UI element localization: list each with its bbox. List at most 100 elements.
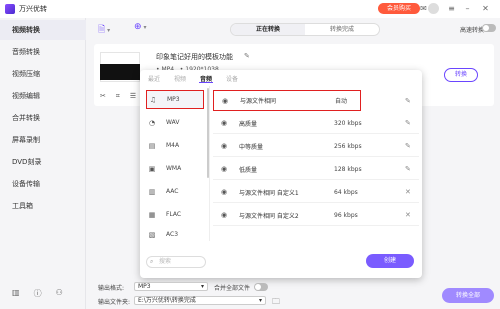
format-list: ♫ MP3 ◔ WAV ▤ M4A ▣ WMA ▥ AAC ▦ FLAC ▧ A… (140, 86, 210, 241)
user-icon[interactable]: ⚇ (56, 288, 63, 299)
audio-file-icon: ▤ (148, 141, 156, 150)
format-item-aac[interactable]: ▥ AAC (146, 182, 204, 201)
thumbnail-tools: ✂ ⌗ ☰ (100, 92, 136, 101)
format-label: AAC (166, 188, 179, 195)
format-label: AC3 (166, 231, 179, 238)
edit-icon[interactable]: ✎ (405, 119, 411, 127)
menu-icon[interactable]: ≡ (446, 3, 457, 14)
format-item-wma[interactable]: ▣ WMA (146, 159, 204, 178)
sidebar-item-toolbox[interactable]: 工具箱 (0, 196, 86, 216)
sidebar-item-audio-convert[interactable]: 音频转换 (0, 42, 86, 62)
format-search-input[interactable]: ⌕ 搜索 (146, 256, 206, 268)
output-format-select[interactable]: MP3 ▾ (134, 282, 208, 291)
quality-rate: 128 kbps (334, 165, 362, 173)
format-list-scrollbar[interactable] (207, 88, 209, 178)
avatar[interactable] (428, 3, 439, 14)
sidebar-item-video-edit[interactable]: 视频编辑 (0, 86, 86, 106)
sidebar-item-screen-record[interactable]: 屏幕录制 (0, 130, 86, 150)
edit-icon[interactable]: ✎ (405, 165, 411, 173)
rename-icon[interactable]: ✎ (244, 52, 250, 60)
quality-row-medium[interactable]: ◉ 中等质量 256 kbps ✎ (213, 136, 419, 157)
output-folder-select[interactable]: E:\万兴优转\转换完成 ▾ (134, 296, 266, 305)
crop-icon[interactable]: ⌗ (116, 92, 120, 101)
quality-rate: 96 kbps (334, 211, 358, 219)
format-label: WAV (166, 119, 180, 126)
close-icon[interactable]: ✕ (480, 3, 491, 14)
effects-icon[interactable]: ☰ (130, 92, 136, 101)
delete-icon[interactable]: ✕ (405, 188, 411, 196)
format-label: MP3 (167, 96, 180, 103)
merge-all-toggle[interactable] (254, 283, 268, 291)
quality-row-low[interactable]: ◉ 低质量 128 kbps ✎ (213, 159, 419, 180)
tab-recent[interactable]: 最近 (148, 74, 160, 83)
add-file-button[interactable]: 🗎 ▾ (98, 22, 110, 36)
quality-name: 中等质量 (239, 143, 264, 151)
format-item-flac[interactable]: ▦ FLAC (146, 205, 204, 224)
file-name: 印象笔记好用的模板功能 (156, 53, 233, 61)
merge-all-label: 合并全部文件 (214, 285, 251, 292)
tab-completed[interactable]: 转换完成 (305, 24, 379, 35)
status-tabs: 正在转换 转换完成 (230, 23, 380, 36)
minimize-icon[interactable]: – (462, 3, 473, 14)
edit-icon[interactable]: ✎ (405, 97, 411, 105)
quality-list: ◉ 与源文件相同 自动 ✎ ◉ 高质量 320 kbps ✎ ◉ 中等质量 25… (213, 86, 419, 241)
format-label: FLAC (166, 211, 182, 218)
quality-icon: ◉ (221, 211, 228, 219)
top-toolbar: 🗎 ▾ ⊕ ▾ 正在转换 转换完成 高速转换 (86, 18, 500, 40)
delete-icon[interactable]: ✕ (405, 211, 411, 219)
quality-name: 与源文件相同 自定义2 (239, 212, 299, 220)
book-icon[interactable]: ▥ (12, 288, 20, 299)
quality-icon: ◉ (221, 119, 228, 127)
edit-icon[interactable]: ✎ (405, 142, 411, 150)
title-bar: 万兴优转 会员购买 ✉ ≡ – ✕ (0, 0, 500, 18)
music-note-icon: ♫ (149, 95, 157, 104)
search-icon: ⌕ (150, 258, 154, 265)
cut-icon[interactable]: ✂ (100, 92, 106, 101)
bottom-bar: 输出格式: MP3 ▾ 合并全部文件 输出文件夹: E:\万兴优转\转换完成 ▾… (86, 278, 500, 309)
tab-video[interactable]: 视频 (174, 74, 186, 83)
folder-icon[interactable]: 🗀 (272, 296, 280, 309)
sidebar: 视频转换 音频转换 视频压缩 视频编辑 合并转换 屏幕录制 DVD刻录 设备传输… (0, 18, 86, 309)
audio-file-icon: ▦ (148, 210, 156, 219)
output-format-label: 输出格式: (98, 285, 125, 292)
vip-purchase-button[interactable]: 会员购买 (378, 3, 420, 14)
high-speed-toggle[interactable] (482, 24, 496, 32)
tab-converting[interactable]: 正在转换 (231, 24, 305, 35)
search-placeholder: 搜索 (159, 258, 172, 265)
quality-row-source[interactable]: ◉ 与源文件相同 自动 (213, 90, 361, 111)
help-icon[interactable]: ⓘ (34, 288, 42, 299)
add-dvd-button[interactable]: ⊕ ▾ (134, 22, 146, 36)
format-tabs: 最近 视频 音频 设备 (140, 74, 422, 84)
audio-file-icon: ▥ (148, 187, 156, 196)
sidebar-item-video-compress[interactable]: 视频压缩 (0, 64, 86, 84)
tab-device[interactable]: 设备 (226, 74, 238, 83)
quality-name: 与源文件相同 (240, 98, 277, 105)
quality-name: 与源文件相同 自定义1 (239, 189, 299, 197)
format-label: M4A (166, 142, 180, 149)
quality-rate: 64 kbps (334, 188, 358, 196)
sidebar-item-device-transfer[interactable]: 设备传输 (0, 174, 86, 194)
format-item-mp3[interactable]: ♫ MP3 (146, 90, 204, 109)
quality-row-high[interactable]: ◉ 高质量 320 kbps ✎ (213, 113, 419, 134)
app-logo (5, 4, 15, 14)
convert-all-button[interactable]: 转换全部 (442, 288, 494, 303)
convert-button[interactable]: 转换 (444, 68, 478, 82)
sidebar-item-video-convert[interactable]: 视频转换 (0, 20, 86, 40)
sidebar-item-merge-convert[interactable]: 合并转换 (0, 108, 86, 128)
quality-icon: ◉ (222, 96, 229, 105)
audio-file-icon: ▧ (148, 230, 156, 239)
output-format-value: MP3 (138, 283, 151, 290)
format-item-wav[interactable]: ◔ WAV (146, 113, 204, 132)
sidebar-footer: ▥ ⓘ ⚇ (12, 288, 63, 299)
quality-row-custom1[interactable]: ◉ 与源文件相同 自定义1 64 kbps ✕ (213, 182, 419, 203)
output-folder-value: E:\万兴优转\转换完成 (138, 297, 196, 304)
format-item-m4a[interactable]: ▤ M4A (146, 136, 204, 155)
quality-name: 低质量 (239, 166, 258, 174)
tab-underline (199, 82, 213, 83)
format-item-ac3[interactable]: ▧ AC3 (146, 228, 204, 241)
quality-row-custom2[interactable]: ◉ 与源文件相同 自定义2 96 kbps ✕ (213, 205, 419, 226)
quality-icon: ◉ (221, 165, 228, 173)
sidebar-item-dvd-burn[interactable]: DVD刻录 (0, 152, 86, 172)
wave-icon: ◔ (148, 118, 156, 127)
create-button[interactable]: 创建 (366, 254, 414, 268)
